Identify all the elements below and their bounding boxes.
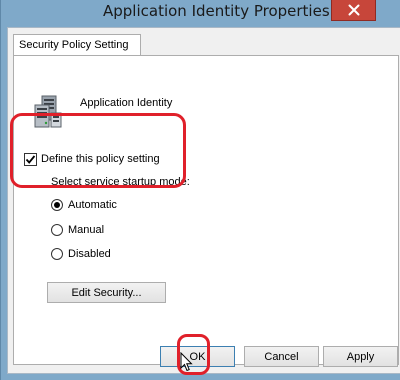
define-policy-label: Define this policy setting xyxy=(41,153,160,165)
radio-manual-label: Manual xyxy=(68,224,105,236)
tab-panel: Application Identity Define this policy … xyxy=(13,55,399,365)
checkmark-icon xyxy=(25,154,36,164)
radio-automatic[interactable]: Automatic xyxy=(51,197,117,213)
radio-disabled-label: Disabled xyxy=(68,248,111,260)
apply-button[interactable]: Apply xyxy=(323,346,398,367)
server-icon xyxy=(34,95,62,128)
radio-manual[interactable]: Manual xyxy=(51,222,104,238)
startup-mode-label: Select service startup mode: xyxy=(51,176,190,188)
policy-name: Application Identity xyxy=(80,97,173,109)
dialog-client-area: Security Policy Setting Application Iden… xyxy=(7,27,400,374)
define-policy-checkbox-row[interactable]: Define this policy setting xyxy=(24,151,160,167)
close-icon xyxy=(348,4,359,16)
radio-manual-button[interactable] xyxy=(51,224,63,236)
radio-disabled-button[interactable] xyxy=(51,248,63,260)
mouse-pointer-icon xyxy=(180,352,193,372)
define-policy-checkbox[interactable] xyxy=(24,152,37,166)
radio-automatic-label: Automatic xyxy=(68,199,117,211)
radio-automatic-button[interactable] xyxy=(51,199,63,211)
window-title: Application Identity Properties xyxy=(103,2,330,20)
tab-security-policy-setting[interactable]: Security Policy Setting xyxy=(13,34,141,56)
close-button[interactable] xyxy=(331,0,376,21)
properties-window: Application Identity Properties Security… xyxy=(0,0,400,380)
edit-security-button[interactable]: Edit Security... xyxy=(47,282,166,303)
title-bar[interactable]: Application Identity Properties xyxy=(1,0,400,26)
cancel-button[interactable]: Cancel xyxy=(244,346,319,367)
radio-disabled[interactable]: Disabled xyxy=(51,246,111,262)
ok-button[interactable]: OK xyxy=(160,346,235,367)
